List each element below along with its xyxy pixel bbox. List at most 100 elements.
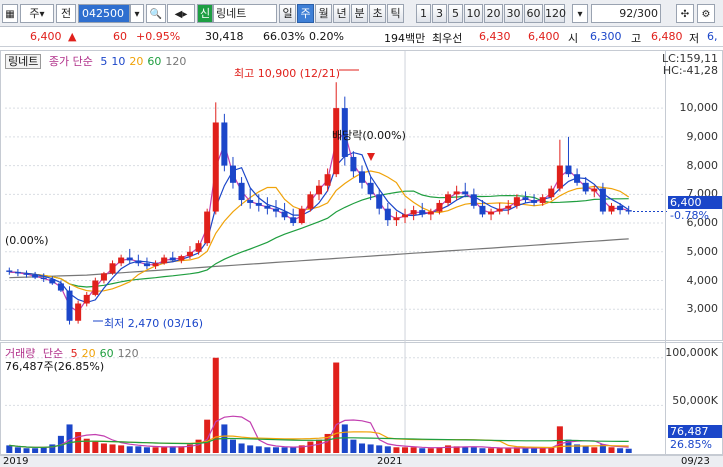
volume-bar [427,448,434,453]
volume-bar [462,447,469,453]
candle-body [307,194,314,209]
candle-body [152,263,159,267]
candle-body [453,191,460,195]
settings-icon[interactable]: ⚙ [697,4,715,23]
current-price-tag: 6,400 [668,196,722,209]
market-select[interactable]: 주▾ [20,4,54,23]
candle-body [118,257,125,264]
open-label: 시 [568,32,579,45]
volume-bar [272,447,279,453]
volume-bar [247,445,254,453]
price-ma-5: 5 [100,55,108,68]
volume-bar [229,439,236,453]
price-change: 60 [113,30,127,43]
period-tab-3[interactable]: 년 [333,4,350,23]
candle-body [539,197,546,203]
candle-body [135,260,142,264]
candle-body [479,205,486,215]
low-price: 6, [707,30,718,43]
unit-dropdown-chevron-icon[interactable]: ▾ [572,4,588,23]
hc-label: HC:-41,28 [662,64,718,77]
stock-code-input[interactable]: 042500 [78,4,130,23]
volume-tick-100000k: 100,000K [665,346,718,359]
volume-bar [315,439,323,453]
period-tab-1[interactable]: 주 [297,4,314,23]
volume-bar [281,447,288,453]
unit-tab-1[interactable]: 1 [416,4,431,23]
volume-chart-panel[interactable]: 거래량 단순 5 20 60 120 76,487주(26.85%) 100,000K… [0,342,723,456]
unit-tab-3[interactable]: 3 [432,4,447,23]
volume-bar [470,447,477,453]
volume-bar [143,447,150,453]
candle-body [32,274,39,278]
unit-tab-5[interactable]: 5 [448,4,463,23]
sound-icon[interactable]: ◀▸ [167,4,195,23]
candle-body [436,202,443,212]
candle-body [290,217,297,224]
candle-body [212,122,219,212]
volume-bar [49,444,56,453]
price-y-tick: 9,000 [686,129,719,143]
candle-body [531,200,538,203]
current-pct-tag: -0.78% [670,209,709,222]
candle-body [402,214,409,218]
search-icon[interactable]: 🔍 [146,4,166,23]
volume-pct-tag: 26.85% [670,438,712,451]
price-chart-panel[interactable]: 링네트 종가 단순 5 10 20 60 120 10,000 9,000 8,000 7,0… [0,50,723,342]
price-y-tick: 8,000 [686,158,719,172]
volume-bar [238,443,245,453]
bar-count-total: /300 [633,7,658,20]
unit-tab-20[interactable]: 20 [484,4,503,23]
period-tab-6[interactable]: 틱 [387,4,404,23]
candle-body [625,210,632,212]
volume-bar [419,448,426,453]
candle-body [367,182,374,195]
volume-bar [496,448,503,453]
candle-body [186,251,193,257]
volume-bar [135,446,142,453]
price-ma-120: 120 [165,55,187,68]
candle-body [359,171,366,183]
unit-tab-10[interactable]: 10 [464,4,483,23]
high-price: 6,480 [651,30,683,43]
mode-button[interactable]: 전 [56,4,76,23]
volume-bar [625,448,632,453]
volume-bar [92,441,99,453]
candle-body [565,165,572,175]
bar-count-input[interactable]: 92/300 [591,4,661,23]
volume-bar [126,446,133,453]
unit-tab-30[interactable]: 30 [504,4,523,23]
period-tab-4[interactable]: 분 [351,4,368,23]
candle-body [143,263,150,267]
volume-bar [488,448,495,453]
candle-body [100,273,107,281]
current-price: 6,400 [30,30,62,43]
volume-ratio: 66.03% [263,30,305,43]
candle-body [548,188,555,198]
crosshair-icon[interactable]: ✣ [676,4,694,23]
volume-bar [6,445,13,453]
time-axis[interactable]: 2019 2021 09/23 [0,455,723,467]
volume-bar [350,439,357,453]
grid-icon[interactable]: ▦ [2,4,18,23]
code-dropdown-chevron-icon[interactable]: ▾ [130,4,144,23]
legend-stock-name[interactable]: 링네트 [5,54,42,69]
dividend-arrow [367,153,375,161]
period-tab-0[interactable]: 일 [279,4,296,23]
period-tab-2[interactable]: 월 [315,4,332,23]
unit-tab-120[interactable]: 120 [544,4,566,23]
candle-body [221,122,228,166]
volume-bar [290,447,297,453]
dividend-annotation: 배당락(0.00%) [332,129,406,142]
best-bid: 6,400 [528,30,560,43]
unit-tab-60[interactable]: 60 [524,4,543,23]
period-tab-5[interactable]: 초 [369,4,386,23]
candle-body [410,210,417,215]
candle-body [204,211,211,244]
stock-name-field[interactable]: 링네트 [213,4,277,23]
x-label-2021: 2021 [377,456,403,467]
price-change-pct: +0.95% [136,30,181,43]
candle-body [315,185,323,195]
volume-bar [539,448,546,453]
volume-ma-120: 120 [117,347,139,360]
